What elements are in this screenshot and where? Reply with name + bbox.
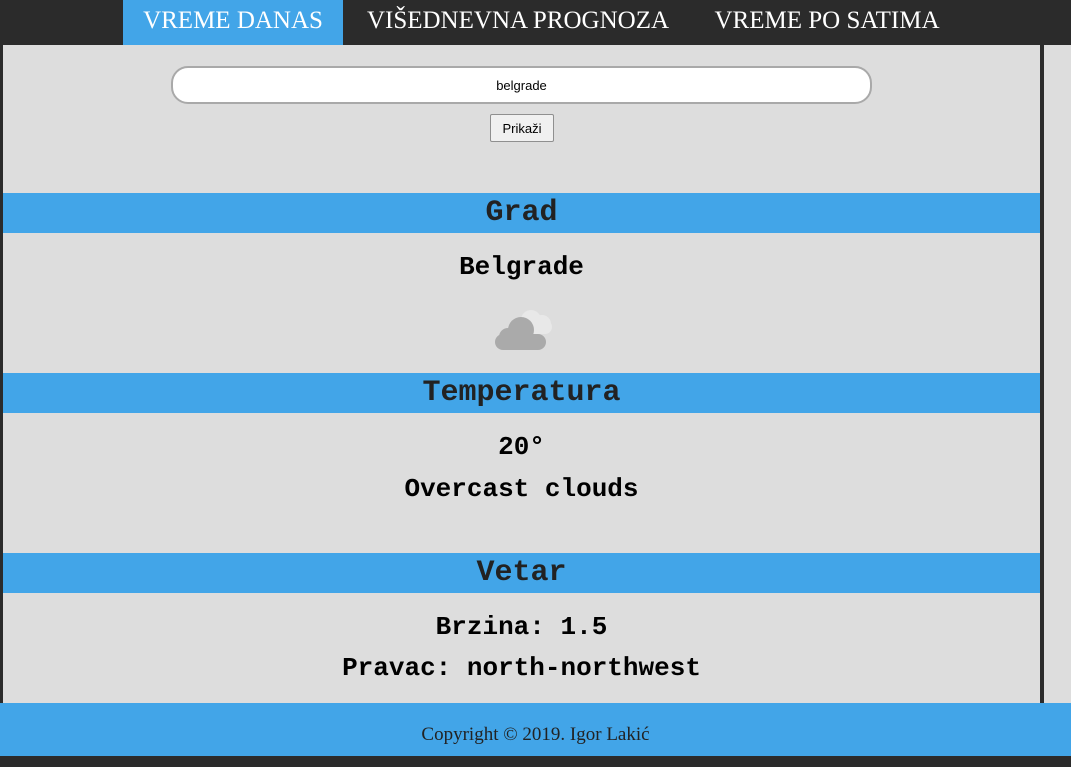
footer: Copyright © 2019. Igor Lakić — [0, 703, 1071, 756]
show-button[interactable]: Prikaži — [490, 114, 554, 142]
tab-visednevna-prognoza[interactable]: VIŠEDNEVNA PROGNOZA — [357, 0, 679, 45]
side-panel — [1044, 45, 1071, 703]
city-search-input[interactable] — [171, 66, 872, 104]
temperature-heading: Temperatura — [3, 373, 1040, 413]
city-name: Belgrade — [459, 252, 584, 282]
temperature-value: 20° — [498, 432, 545, 462]
wind-direction: Pravac: north-northwest — [342, 653, 701, 683]
copyright-text: Copyright © 2019. Igor Lakić — [421, 724, 650, 745]
wind-heading: Vetar — [3, 553, 1040, 593]
city-heading: Grad — [3, 193, 1040, 233]
wind-speed: Brzina: 1.5 — [435, 612, 608, 642]
tab-vreme-po-satima[interactable]: VREME PO SATIMA — [700, 0, 954, 45]
tab-vreme-danas[interactable]: VREME DANAS — [123, 0, 343, 45]
top-nav: VREME DANAS VIŠEDNEVNA PROGNOZA VREME PO… — [0, 0, 1071, 45]
main-content: Prikaži Grad Belgrade Temperatura 20° Ov… — [3, 45, 1040, 703]
weather-description: Overcast clouds — [404, 474, 639, 504]
overcast-cloud-icon — [495, 310, 552, 350]
